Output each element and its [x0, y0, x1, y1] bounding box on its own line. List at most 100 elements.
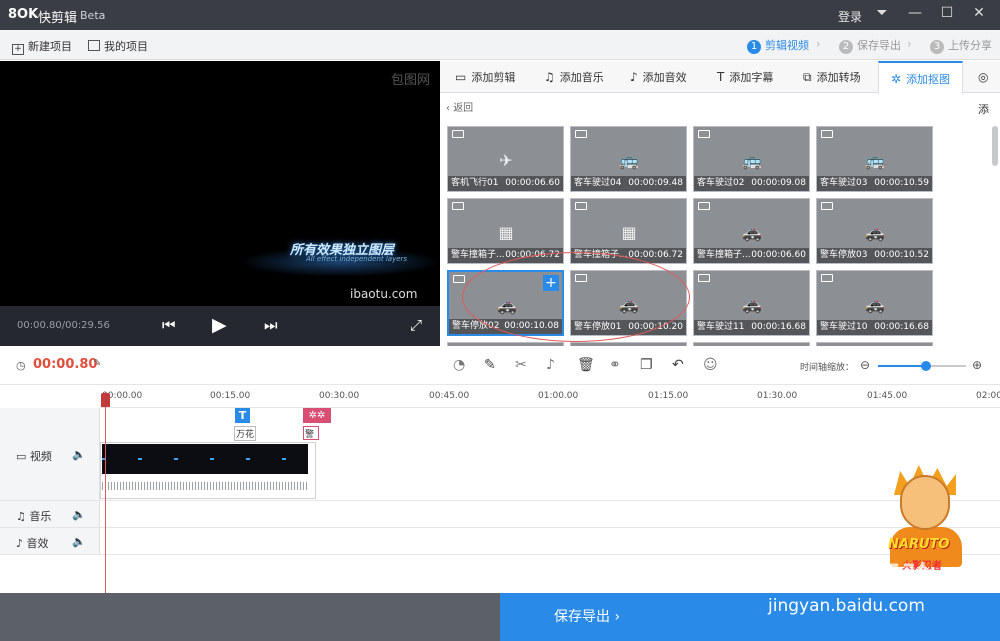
next-frame-icon[interactable]: ⏭ [264, 316, 278, 334]
ruler-tick: 00:30.00 [319, 391, 360, 401]
previous-frame-icon[interactable]: ⏮ [162, 316, 176, 334]
tab-add-cutout[interactable]: ✲ 添加抠图 [878, 61, 964, 94]
clip-thumbnail-icon: ▦ [621, 223, 637, 242]
preview-subtitle-text: All effect independent layers [306, 255, 408, 263]
clip-card[interactable] [693, 342, 810, 346]
delete-icon[interactable]: 🗑 [577, 357, 595, 373]
detach-icon[interactable]: ⚭ [609, 357, 621, 373]
playback-time: 00:00.80/00:29.56 [17, 320, 110, 331]
clock-icon: ◷ [16, 359, 26, 372]
preview-watermark: 包图网 [390, 73, 430, 88]
timeline-ruler[interactable]: 00:00.00 00:15.00 00:30.00 00:45.00 01:0… [100, 386, 1000, 408]
menu-icon[interactable]: ⏷ [871, 5, 893, 25]
save-export-button[interactable]: 保存导出 › [500, 593, 1000, 641]
sound-track-label: ♪ 音效 [16, 535, 49, 551]
clip-thumbnail-icon: 🚌 [619, 151, 639, 170]
zoom-in-icon[interactable]: ⊕ [972, 358, 982, 372]
magic-icon: ✲ [891, 72, 902, 86]
folder-icon [88, 40, 100, 51]
new-project-button[interactable]: + 新建项目 [12, 38, 72, 55]
minimize-icon[interactable]: — [904, 5, 926, 25]
clip-card[interactable]: 🚓 警车撞箱子... 00:00:06.60 [693, 198, 810, 264]
emoji-icon[interactable]: ☺ [703, 357, 718, 373]
grid-scrollbar[interactable] [992, 126, 998, 166]
copy-icon[interactable]: ❐ [640, 357, 653, 373]
step-upload-share[interactable]: 3 上传分享 [930, 37, 992, 54]
track-label: 音效 [26, 537, 49, 550]
clip-card[interactable] [816, 342, 933, 346]
volume-icon[interactable]: 🔈 [72, 535, 86, 548]
login-link[interactable]: 登录 [838, 8, 862, 25]
bell-icon[interactable]: ♪ [546, 357, 555, 373]
step-save-export[interactable]: 2 保存导出 [839, 37, 901, 54]
fullscreen-icon[interactable]: ⤢ [410, 316, 422, 334]
tab-add-sound[interactable]: ♪ 添加音效 [630, 61, 687, 93]
clip-thumbnail-icon: 🚓 [742, 223, 762, 242]
clip-duration: 00:00:09.48 [628, 178, 683, 188]
zoom-out-icon[interactable]: ⊖ [860, 358, 870, 372]
volume-icon[interactable]: 🔈 [72, 508, 86, 521]
naruto-logo-text: NARUTO [888, 537, 950, 552]
pencil-icon[interactable]: ✎ [484, 357, 496, 373]
ruler-tick: 01:45.00 [867, 391, 908, 401]
app-logo: 8OK [8, 7, 39, 22]
volume-icon[interactable]: 🔈 [72, 448, 86, 461]
maximize-icon[interactable]: ☐ [936, 5, 958, 25]
clip-card[interactable]: 🚌 客车驶过03 00:00:10.59 [816, 126, 933, 192]
clip-name: 警车驶过11 [697, 322, 745, 332]
tab-label: 添加音效 [642, 71, 687, 84]
tab-label: 添加剪辑 [471, 71, 516, 84]
close-icon[interactable]: ✕ [968, 5, 990, 25]
my-projects-button[interactable]: 我的项目 [88, 38, 148, 54]
player-controls: 00:00.80/00:29.56 ⏮ ▶ ⏭ ⤢ [0, 306, 440, 346]
clip-name: 警车停放03 [820, 250, 868, 260]
clip-thumbnails [102, 458, 308, 460]
step-edit-video[interactable]: 1 剪辑视频 [747, 37, 809, 54]
tab-add-music[interactable]: ♫ 添加音乐 [544, 61, 604, 93]
subtitle-clip[interactable]: 万花 [234, 426, 257, 441]
undo-icon[interactable]: ↶ [672, 357, 684, 373]
ruler-tick: 01:00.00 [538, 391, 579, 401]
clip-card[interactable]: 🚓 警车驶过10 00:00:16.68 [816, 270, 933, 336]
chevron-right-icon: › [816, 37, 821, 51]
back-link[interactable]: ‹ 返回 [446, 99, 473, 114]
tab-add-clip[interactable]: ▭ 添加剪辑 [455, 61, 515, 93]
speed-icon[interactable]: ◔ [453, 357, 465, 373]
cutout-clip[interactable]: 警车 [303, 426, 319, 440]
clip-card[interactable] [570, 342, 687, 346]
ruler-tick: 00:15.00 [210, 391, 251, 401]
clip-duration: 00:00:06.60 [505, 178, 560, 188]
clip-card[interactable]: 🚌 客车驶过04 00:00:09.48 [570, 126, 687, 192]
clip-card[interactable]: 🚌 客车驶过02 00:00:09.08 [693, 126, 810, 192]
baidu-watermark-url: jingyan.baidu.com [768, 596, 925, 616]
tab-add-subtitle[interactable]: T 添加字幕 [717, 61, 773, 93]
app-version: Beta [80, 9, 106, 22]
transition-icon: ⧉ [803, 70, 812, 84]
camera-icon [698, 274, 710, 282]
ruler-tick: 00:45.00 [429, 391, 470, 401]
ruler-tick: 02:00 [976, 391, 1000, 401]
zoom-slider-handle[interactable] [921, 361, 932, 371]
clip-card[interactable]: 🚓 警车驶过11 00:00:16.68 [693, 270, 810, 336]
tab-more[interactable]: ◎添 [978, 61, 1000, 116]
clip-card[interactable] [447, 342, 564, 346]
edit-time-icon[interactable]: ✎ [93, 358, 101, 369]
step-label: 剪辑视频 [765, 39, 809, 52]
tab-add-transition[interactable]: ⧉ 添加转场 [803, 61, 861, 93]
subtitle-marker-icon[interactable]: T [235, 408, 250, 423]
cutout-marker-icon[interactable]: ✲✲ [303, 408, 331, 423]
step-label: 上传分享 [948, 39, 992, 52]
play-icon[interactable]: ▶ [212, 314, 227, 336]
zoom-slider[interactable] [878, 361, 966, 371]
scissors-icon[interactable]: ✂ [515, 357, 527, 373]
video-preview[interactable]: 包图网 所有效果独立图层 All effect independent laye… [0, 61, 440, 306]
clip-card[interactable]: 🚓 警车停放03 00:00:10.52 [816, 198, 933, 264]
app-name: 快剪辑 [38, 11, 78, 26]
music-icon: ♫ [544, 70, 555, 84]
clip-card[interactable]: ✈ 客机飞行01 00:00:06.60 [447, 126, 564, 192]
filter-icon: ◎ [978, 70, 989, 84]
clip-thumbnail-icon: 🚌 [865, 151, 885, 170]
playhead-handle[interactable] [101, 393, 110, 407]
track-label: 视频 [29, 450, 52, 463]
video-clip[interactable] [102, 444, 308, 474]
